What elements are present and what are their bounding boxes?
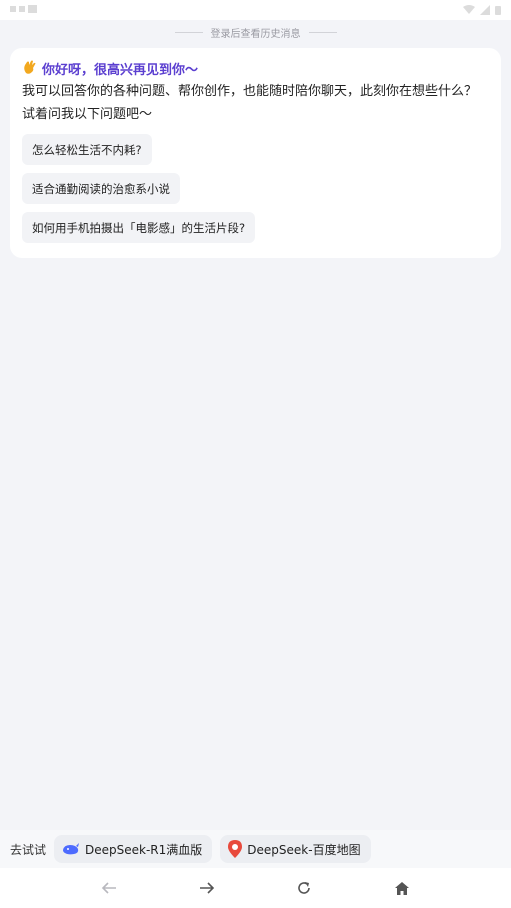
- home-button[interactable]: [387, 873, 417, 903]
- suggestion-list: 怎么轻松生活不内耗? 适合通勤阅读的治愈系小说 如何用手机拍摄出「电影感」的生活…: [22, 134, 489, 243]
- map-pin-icon: [228, 840, 243, 858]
- try-label: 去试试: [10, 842, 47, 857]
- model-chip-deepseek-r1[interactable]: DeepSeek-R1满血版: [54, 835, 213, 863]
- greeting: 你好呀，很高兴再见到你～: [22, 58, 489, 78]
- model-chip-deepseek-map[interactable]: DeepSeek-百度地图: [220, 835, 371, 863]
- divider-left: [174, 31, 203, 33]
- forward-button[interactable]: [192, 873, 222, 903]
- status-left-icons: [10, 4, 50, 17]
- model-label: DeepSeek-R1满血版: [85, 842, 203, 857]
- signal-icon: [480, 5, 490, 15]
- try-bar: 去试试 DeepSeek-R1满血版 DeepSeek-百度地图: [0, 830, 511, 868]
- refresh-icon: [298, 882, 311, 894]
- refresh-button[interactable]: [289, 873, 319, 903]
- status-right-icons: [463, 5, 501, 15]
- suggestion-chip[interactable]: 适合通勤阅读的治愈系小说: [22, 173, 180, 204]
- waving-hand-icon: [22, 59, 38, 78]
- whale-icon: [62, 842, 80, 856]
- arrow-left-icon: [101, 882, 116, 894]
- history-hint: 登录后查看历史消息: [0, 24, 511, 40]
- home-icon: [395, 881, 410, 895]
- history-hint-text: 登录后查看历史消息: [210, 28, 301, 40]
- status-bar: [0, 0, 511, 20]
- divider-right: [308, 31, 337, 33]
- battery-icon: [495, 6, 501, 15]
- suggestion-chip[interactable]: 如何用手机拍摄出「电影感」的生活片段?: [22, 212, 256, 243]
- browser-nav-bar: [0, 868, 511, 908]
- model-label: DeepSeek-百度地图: [247, 842, 361, 857]
- intro-text: 我可以回答你的各种问题、帮你创作，也能随时陪你聊天，此刻你在想些什么？试着问我以…: [22, 84, 478, 122]
- welcome-card: 你好呀，很高兴再见到你～ 我可以回答你的各种问题、帮你创作，也能随时陪你聊天，此…: [10, 48, 501, 258]
- suggestion-chip[interactable]: 怎么轻松生活不内耗?: [22, 134, 152, 165]
- arrow-right-icon: [199, 882, 214, 894]
- wifi-icon: [463, 5, 475, 14]
- greeting-text: 你好呀，很高兴再见到你～: [42, 62, 199, 78]
- back-button[interactable]: [94, 873, 124, 903]
